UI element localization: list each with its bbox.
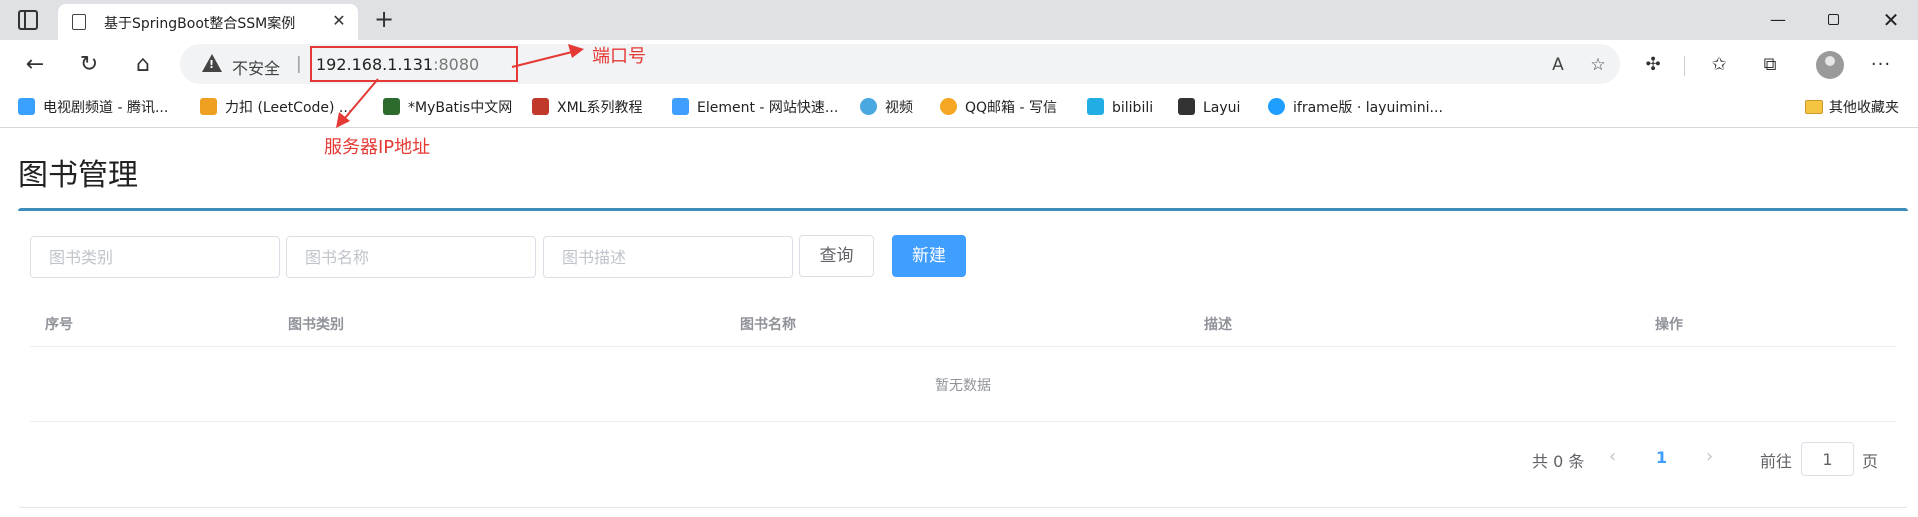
refresh-icon[interactable]: ↻: [74, 50, 104, 80]
bookmark-favicon-icon: [1087, 98, 1104, 115]
bookmark-label: Layui: [1203, 100, 1241, 116]
bookmark-favicon-icon: [860, 98, 877, 115]
bookmark-label: iframe版 · layuimini...: [1293, 100, 1443, 116]
bookmark-item[interactable]: 力扣 (LeetCode) ...: [200, 96, 352, 120]
bookmark-favicon-icon: [1268, 98, 1285, 115]
restore-icon: [1827, 14, 1839, 25]
bookmark-favicon-icon: [532, 98, 549, 115]
new-button[interactable]: 新建: [892, 235, 966, 277]
prev-page-icon[interactable]: ‹: [1609, 446, 1616, 467]
bookmark-item[interactable]: *MyBatis中文网: [383, 96, 512, 120]
favorites-icon[interactable]: ✩: [1706, 52, 1732, 78]
ip-annotation: 服务器IP地址: [324, 137, 431, 158]
bookmark-favicon-icon: [18, 98, 35, 115]
other-favorites-folder[interactable]: 其他收藏夹: [1805, 96, 1899, 120]
sidebar-toggle-icon[interactable]: [18, 10, 38, 30]
collections-icon[interactable]: ⧉: [1757, 52, 1783, 78]
read-aloud-icon[interactable]: A: [1546, 53, 1570, 77]
folder-icon: [1805, 100, 1823, 114]
bookmark-item[interactable]: Element - 网站快速...: [672, 96, 838, 120]
bookmark-favicon-icon: [672, 98, 689, 115]
page-title: 图书管理: [18, 158, 138, 193]
profile-avatar[interactable]: [1816, 51, 1844, 79]
toolbar-divider: [1684, 56, 1685, 76]
tab-title: 基于SpringBoot整合SSM案例: [104, 16, 296, 32]
column-header-type: 图书类别: [288, 317, 344, 333]
bookmark-item[interactable]: Layui: [1178, 96, 1240, 120]
bookmarks-bar: 电视剧频道 - 腾讯... 力扣 (LeetCode) ... *MyBatis…: [0, 88, 1918, 128]
bookmark-label: *MyBatis中文网: [408, 100, 513, 116]
insecure-label[interactable]: 不安全: [232, 55, 280, 79]
browser-titlebar: 基于SpringBoot整合SSM案例 ✕ + — ✕: [0, 0, 1918, 40]
bookmark-favicon-icon: [940, 98, 957, 115]
column-header-index: 序号: [45, 317, 73, 333]
bookmark-label: XML系列教程: [557, 100, 643, 116]
bookmark-item[interactable]: 电视剧频道 - 腾讯...: [18, 96, 168, 120]
bookmark-label: 视频: [885, 100, 913, 116]
page-number-current[interactable]: 1: [1656, 448, 1667, 467]
folder-label: 其他收藏夹: [1829, 100, 1899, 116]
bookmark-item[interactable]: XML系列教程: [532, 96, 642, 120]
pagination-total: 共 0 条: [1532, 452, 1585, 471]
window-restore-button[interactable]: [1813, 6, 1853, 34]
book-name-input[interactable]: [286, 236, 536, 278]
table-header: 序号 图书类别 图书名称 描述 操作: [30, 302, 1896, 347]
new-tab-button[interactable]: +: [370, 6, 398, 34]
book-desc-input[interactable]: [543, 236, 793, 278]
column-header-name: 图书名称: [740, 317, 796, 333]
empty-data-text: 暂无数据: [935, 378, 991, 394]
column-header-actions: 操作: [1655, 317, 1683, 333]
address-separator: |: [296, 54, 302, 74]
next-page-icon[interactable]: ›: [1706, 446, 1713, 467]
bookmark-item[interactable]: iframe版 · layuimini...: [1268, 96, 1443, 120]
book-type-input[interactable]: [30, 236, 280, 278]
url-highlight-box: [310, 46, 518, 82]
bookmark-favicon-icon: [1178, 98, 1195, 115]
bookmark-label: 力扣 (LeetCode) ...: [225, 100, 353, 116]
window-minimize-button[interactable]: —: [1758, 6, 1798, 34]
bookmark-item[interactable]: QQ邮箱 - 写信: [940, 96, 1057, 120]
goto-label: 前往: [1760, 452, 1793, 471]
back-arrow-icon[interactable]: ←: [20, 50, 50, 80]
bookmark-item[interactable]: 视频: [860, 96, 913, 120]
more-menu-icon[interactable]: ···: [1868, 52, 1894, 78]
bookmark-favicon-icon: [200, 98, 217, 115]
warning-icon: [202, 54, 222, 72]
goto-page-input[interactable]: [1801, 442, 1854, 476]
bookmark-label: bilibili: [1112, 100, 1154, 116]
page-unit-label: 页: [1862, 452, 1879, 471]
bookmark-label: Element - 网站快速...: [697, 100, 839, 116]
window-close-button[interactable]: ✕: [1871, 6, 1911, 34]
page-favicon-icon: [72, 14, 86, 30]
table-body: 暂无数据: [30, 348, 1896, 422]
tab-close-icon[interactable]: ✕: [328, 10, 350, 32]
bookmark-item[interactable]: bilibili: [1087, 96, 1153, 120]
bookmark-label: QQ邮箱 - 写信: [965, 100, 1057, 116]
address-bar[interactable]: 不安全 | 192.168.1.131:8080 A ☆: [180, 44, 1620, 84]
add-favorite-icon[interactable]: ☆: [1586, 53, 1610, 77]
extensions-icon[interactable]: ✣: [1640, 52, 1666, 78]
browser-toolbar: ← ↻ ⌂ 不安全 | 192.168.1.131:8080 A ☆ ✣ ✩ ⧉…: [0, 40, 1918, 88]
bookmark-favicon-icon: [383, 98, 400, 115]
home-icon[interactable]: ⌂: [128, 50, 158, 80]
column-header-description: 描述: [1204, 317, 1232, 333]
query-button[interactable]: 查询: [799, 235, 874, 277]
port-annotation: 端口号: [592, 46, 646, 67]
bookmark-label: 电视剧频道 - 腾讯...: [43, 100, 169, 116]
browser-tab[interactable]: 基于SpringBoot整合SSM案例 ✕: [58, 4, 358, 40]
